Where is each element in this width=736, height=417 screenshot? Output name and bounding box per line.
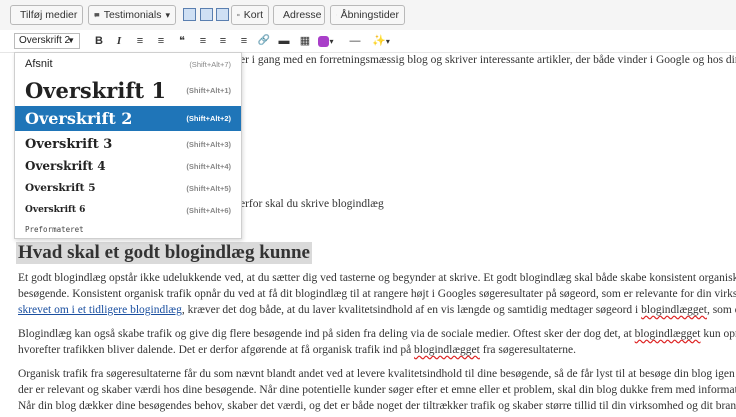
layout-columns-icon[interactable]: [200, 8, 213, 21]
format-select[interactable]: Overskrift 2 ▼: [14, 33, 80, 49]
italic-button[interactable]: I: [112, 34, 126, 48]
menu-item-shortcut: (Shift+Alt+3): [186, 139, 231, 149]
horizontal-line-button[interactable]: —: [348, 34, 362, 48]
menu-item-label: Overskrift 1: [25, 77, 166, 103]
menu-item-preformatted[interactable]: Preformateret: [15, 220, 241, 238]
paragraph-2-text: hvorefter trafikken bliver dalende. Det …: [18, 344, 415, 356]
opening-hours-button[interactable]: Åbningstider: [330, 5, 405, 25]
link-chain-icon: [336, 14, 337, 16]
menu-item-heading-5[interactable]: Overskrift 5 (Shift+Alt+5): [15, 177, 241, 199]
menu-item-heading-3[interactable]: Overskrift 3 (Shift+Alt+3): [15, 133, 241, 155]
layout-rows-icon[interactable]: [216, 8, 229, 21]
earlier-post-link[interactable]: skrevet om i et tidligere blogindlæg: [18, 304, 182, 316]
menu-item-shortcut: (Shift+Alt+7): [189, 59, 231, 69]
layout-grid-icon[interactable]: [183, 8, 196, 21]
menu-item-heading-1[interactable]: Overskrift 1 (Shift+Alt+1): [15, 75, 241, 105]
paragraph-1-text: , kræver det dog både, at du laver kvali…: [181, 304, 642, 316]
menu-item-label: Overskrift 5: [25, 182, 96, 194]
map-icon: [237, 13, 240, 17]
menu-item-shortcut: (Shift+Alt+2): [186, 114, 231, 123]
paragraph-3-line-3: Når din blog dækker dine besøgendes beho…: [18, 400, 736, 412]
magic-wand-button[interactable]: ✨▾: [370, 34, 392, 48]
menu-item-label: Overskrift 6: [25, 205, 86, 215]
blockquote-button[interactable]: ❝: [175, 34, 189, 48]
paragraph-2-text: Blogindlæg kan også skabe trafik og give…: [18, 328, 635, 340]
add-media-label: Tilføj medier: [20, 9, 78, 21]
testimonial-icon: [94, 13, 100, 18]
menu-item-label: Overskrift 2: [25, 109, 133, 128]
paragraph-3-line-2: der er relevant og skaber værdi hos dine…: [18, 384, 736, 396]
menu-item-heading-6[interactable]: Overskrift 6 (Shift+Alt+6): [15, 199, 241, 221]
chevron-down-icon: ▾: [385, 37, 390, 46]
opening-hours-label: Åbningstider: [340, 9, 399, 21]
paragraph-intro: er i gang med en forretningsmæssig blog …: [240, 54, 736, 66]
read-more-button[interactable]: ▬: [277, 34, 291, 48]
plugin-button[interactable]: ▾: [316, 34, 336, 48]
heading-2: Hvad skal et godt blogindlæg kunne: [16, 242, 312, 264]
map-button[interactable]: Kort: [231, 5, 269, 25]
paragraph-2-text-end: fra søgeresultaterne.: [479, 344, 576, 356]
menu-item-label: Afsnit: [25, 58, 53, 70]
address-button[interactable]: Adresse: [273, 5, 325, 25]
align-left-button[interactable]: ≡: [196, 34, 210, 48]
address-label: Adresse: [283, 9, 322, 21]
spellcheck-word: blogindlægget: [414, 344, 480, 356]
menu-item-label: Overskrift 4: [25, 159, 106, 173]
menu-item-shortcut: (Shift+Alt+6): [186, 205, 231, 215]
numbered-list-button[interactable]: ≡: [154, 34, 168, 48]
menu-item-heading-2[interactable]: Overskrift 2 (Shift+Alt+2): [15, 106, 241, 131]
paragraph-1-end: , som du o: [706, 304, 736, 316]
paragraph-1-line-1: Et godt blogindlæg opstår ikke udelukken…: [18, 272, 736, 284]
paragraph-why: erfor skal du skrive blogindlæg: [240, 198, 384, 210]
media-buttons-bar: Tilføj medier Testimonials ▾ Kort Adress…: [0, 0, 736, 31]
magic-wand-icon: ✨: [372, 35, 386, 47]
chevron-down-icon: ▾: [165, 9, 170, 20]
insert-link-button[interactable]: 🔗: [257, 34, 271, 48]
menu-item-label: Overskrift 3: [25, 136, 113, 152]
chevron-down-icon: ▼: [67, 36, 75, 45]
plugin-icon: [318, 35, 330, 47]
menu-item-shortcut: (Shift+Alt+4): [186, 161, 231, 171]
map-label: Kort: [243, 9, 263, 21]
table-button[interactable]: ▦: [298, 34, 312, 48]
menu-item-paragraph[interactable]: Afsnit (Shift+Alt+7): [15, 53, 241, 75]
menu-item-shortcut: (Shift+Alt+5): [186, 183, 231, 193]
paragraph-2-line-2: hvorefter trafikken bliver dalende. Det …: [18, 344, 576, 356]
paragraph-1-line-2: besøgende. Konsistent organisk trafik op…: [18, 288, 736, 300]
format-dropdown-menu: Afsnit (Shift+Alt+7) Overskrift 1 (Shift…: [14, 52, 242, 239]
format-select-value: Overskrift 2: [19, 35, 71, 46]
paragraph-2-line-1: Blogindlæg kan også skabe trafik og give…: [18, 328, 736, 340]
menu-item-heading-4[interactable]: Overskrift 4 (Shift+Alt+4): [15, 155, 241, 177]
bold-button[interactable]: B: [92, 34, 106, 48]
menu-item-label: Preformateret: [25, 224, 84, 234]
menu-item-shortcut: (Shift+Alt+1): [186, 85, 231, 95]
testimonials-label: Testimonials: [103, 9, 162, 21]
spellcheck-word: blogindlægget: [634, 328, 701, 340]
paragraph-3-line-1: Organisk trafik fra søgeresultaterne får…: [18, 368, 736, 380]
align-center-button[interactable]: ≡: [216, 34, 230, 48]
editor-toolbar: Overskrift 2 ▼ B I ≡ ≡ ❝ ≡ ≡ ≡ 🔗 ▬ ▦ ▾ —…: [0, 30, 736, 53]
testimonials-button[interactable]: Testimonials ▾: [88, 5, 176, 25]
chevron-down-icon: ▾: [329, 37, 334, 46]
paragraph-1-line-3: skrevet om i et tidligere blogindlæg, kr…: [18, 304, 736, 316]
add-media-button[interactable]: Tilføj medier: [10, 5, 83, 25]
bulleted-list-button[interactable]: ≡: [133, 34, 147, 48]
spellcheck-word: blogindlægget: [641, 304, 707, 316]
paragraph-2-text-end: kun opnår o: [703, 328, 736, 340]
align-right-button[interactable]: ≡: [237, 34, 251, 48]
